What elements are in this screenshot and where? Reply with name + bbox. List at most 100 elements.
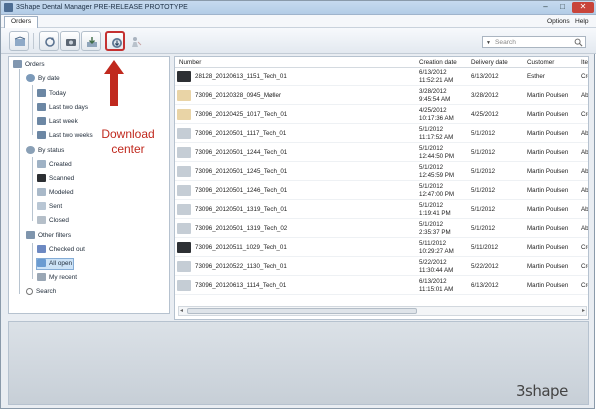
cell-number: 73096_20120613_1114_Tech_01 xyxy=(195,282,287,289)
column-header-creation-date[interactable]: Creation date xyxy=(419,59,457,66)
tree-label: Scanned xyxy=(49,175,75,182)
calendar-icon xyxy=(37,89,46,97)
tree-created[interactable]: Created xyxy=(37,160,72,168)
scroll-right-icon[interactable]: ▸ xyxy=(582,307,585,314)
cell-creation-time: 11:30:44 AM xyxy=(419,267,454,274)
cell-delivery-date: 6/13/2012 xyxy=(471,73,499,80)
cell-creation-time: 11:52:21 AM xyxy=(419,77,454,84)
tree-label: Modeled xyxy=(49,189,74,196)
tree-other-filters[interactable]: Other filters xyxy=(26,231,71,239)
tree-search[interactable]: Search xyxy=(26,288,56,295)
tree-checked-out[interactable]: Checked out xyxy=(37,245,85,253)
cell-creation-date: 6/13/2012 xyxy=(419,278,447,285)
cell-number: 73096_20120501_1244_Tech_01 xyxy=(195,149,288,156)
table-row[interactable]: 73096_20120501_1117_Tech_01 5/1/2012 11:17… xyxy=(175,125,588,143)
cell-delivery-date: 5/1/2012 xyxy=(471,168,496,175)
import-icon xyxy=(87,37,97,47)
table-row[interactable]: 28128_20120613_1151_Tech_01 6/13/2012 11:5… xyxy=(175,68,588,86)
tree-line xyxy=(32,85,33,135)
cell-number: 28128_20120613_1151_Tech_01 xyxy=(195,73,287,80)
cell-items: Cro xyxy=(581,111,588,118)
scrollbar-thumb[interactable] xyxy=(187,308,417,314)
maximize-button[interactable]: □ xyxy=(554,2,571,13)
cell-creation-date: 3/28/2012 xyxy=(419,88,447,95)
tree-last-week[interactable]: Last week xyxy=(37,117,78,125)
cell-customer: Martin Poulsen xyxy=(527,263,569,270)
cell-creation-time: 12:47:00 PM xyxy=(419,191,455,198)
tree-label: Search xyxy=(36,288,57,295)
table-header: Number Creation date Delivery date Custo… xyxy=(175,57,588,68)
menu-options[interactable]: Options xyxy=(547,18,570,25)
cell-creation-time: 1:19:41 PM xyxy=(419,210,451,217)
column-header-delivery-date[interactable]: Delivery date xyxy=(471,59,508,66)
table-row[interactable]: 73096_20120501_1244_Tech_01 5/1/2012 12:44… xyxy=(175,144,588,162)
tree-last-two-days[interactable]: Last two days xyxy=(37,103,88,111)
cell-number: 73096_20120328_0945_Møller xyxy=(195,92,282,99)
menu-help[interactable]: Help xyxy=(575,18,589,25)
tree-modeled[interactable]: Modeled xyxy=(37,188,74,196)
cell-delivery-date: 5/11/2012 xyxy=(471,244,499,251)
table-row[interactable]: 73096_20120328_0945_Møller 3/28/2012 9:45:… xyxy=(175,87,588,105)
scroll-left-icon[interactable]: ◂ xyxy=(180,307,183,314)
tree-label: Last two days xyxy=(49,104,89,111)
tree-label: Closed xyxy=(49,217,69,224)
tree-scanned[interactable]: Scanned xyxy=(37,174,74,182)
orders-folder-icon xyxy=(13,60,22,68)
cell-number: 73096_20120501_1117_Tech_01 xyxy=(195,130,287,137)
tree-today[interactable]: Today xyxy=(37,89,66,97)
cell-creation-time: 12:45:59 PM xyxy=(419,172,455,179)
import-button[interactable] xyxy=(81,31,101,51)
tree-orders[interactable]: Orders xyxy=(13,60,45,68)
column-header-items[interactable]: Ite xyxy=(581,59,588,66)
search-icon[interactable] xyxy=(574,38,583,47)
search-input[interactable]: ▼ Search xyxy=(482,36,586,48)
home-button[interactable] xyxy=(9,31,29,51)
cell-delivery-date: 5/1/2012 xyxy=(471,206,496,213)
download-center-button[interactable] xyxy=(105,31,125,51)
scan-button[interactable] xyxy=(60,31,80,51)
table-row[interactable]: 73096_20120501_1319_Tech_02 5/1/2012 2:35:… xyxy=(175,220,588,238)
tree-by-status[interactable]: By status xyxy=(26,146,64,154)
search-dropdown-icon[interactable]: ▼ xyxy=(486,40,491,46)
close-button[interactable]: ✕ xyxy=(572,2,594,13)
tree-last-two-weeks[interactable]: Last two weeks xyxy=(37,131,93,139)
filter-tree-panel: Orders By date Today Last two days Last … xyxy=(8,56,170,314)
title-bar: 3Shape Dental Manager PRE-RELEASE PROTOT… xyxy=(1,1,596,15)
tree-label: By status xyxy=(38,147,65,154)
calendar-icon xyxy=(37,117,46,125)
refresh-button[interactable] xyxy=(39,31,59,51)
tree-closed[interactable]: Closed xyxy=(37,216,69,224)
horizontal-scrollbar[interactable]: ◂ ▸ xyxy=(178,306,587,316)
column-header-number[interactable]: Number xyxy=(179,59,201,66)
table-row[interactable]: 73096_20120522_1130_Tech_01 5/22/2012 11:3… xyxy=(175,258,588,276)
closed-icon xyxy=(37,216,46,224)
search-icon xyxy=(26,288,33,295)
column-header-customer[interactable]: Customer xyxy=(527,59,554,66)
document-warning-icon xyxy=(177,90,191,101)
cell-creation-time: 2:35:37 PM xyxy=(419,229,451,236)
minimize-button[interactable]: – xyxy=(537,2,554,13)
table-row[interactable]: 73096_20120501_1245_Tech_01 5/1/2012 12:45… xyxy=(175,163,588,181)
cell-customer: Martin Poulsen xyxy=(527,187,569,194)
tree-sent[interactable]: Sent xyxy=(37,202,62,210)
tree-my-recent[interactable]: My recent xyxy=(37,273,77,281)
tree-label: All open xyxy=(49,260,73,267)
table-row[interactable]: 73096_20120511_1029_Tech_01 5/11/2012 10:2… xyxy=(175,239,588,257)
table-row[interactable]: 73096_20120501_1246_Tech_01 5/1/2012 12:47… xyxy=(175,182,588,200)
user-button[interactable] xyxy=(125,31,145,51)
table-row[interactable]: 73096_20120501_1319_Tech_01 5/1/2012 1:19:… xyxy=(175,201,588,219)
scanner-icon xyxy=(177,242,191,253)
table-row[interactable]: 73096_20120613_1114_Tech_01 6/13/2012 11:1… xyxy=(175,277,588,295)
tab-orders[interactable]: Orders xyxy=(4,16,39,28)
scanner-icon xyxy=(177,147,191,158)
tree-label: Checked out xyxy=(49,246,85,253)
tree-by-date[interactable]: By date xyxy=(26,74,60,82)
menu-bar: Orders Options Help xyxy=(1,15,596,28)
cell-delivery-date: 6/13/2012 xyxy=(471,282,499,289)
cell-creation-date: 5/1/2012 xyxy=(419,183,444,190)
tree-label: Last week xyxy=(49,118,78,125)
cell-number: 73096_20120425_1017_Tech_01 xyxy=(195,111,288,118)
table-row[interactable]: 73096_20120425_1017_Tech_01 4/25/2012 10:1… xyxy=(175,106,588,124)
callout-arrow-icon xyxy=(104,60,124,106)
tree-all-open[interactable]: All open xyxy=(37,259,72,267)
